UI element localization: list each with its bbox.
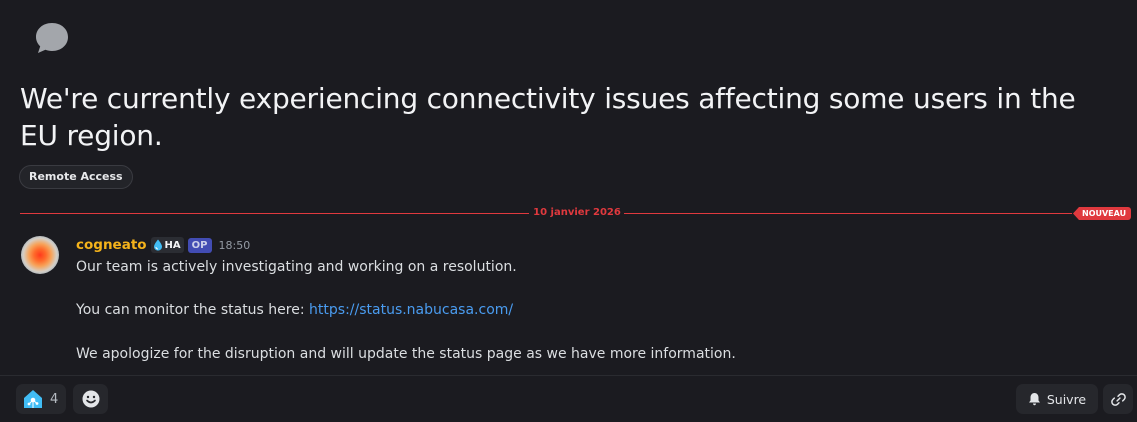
op-badge: OP xyxy=(187,237,212,253)
thread-title: We're currently experiencing connectivit… xyxy=(20,82,1076,152)
message-text-line: Our team is actively investigating and w… xyxy=(76,259,517,275)
date-divider-line-right xyxy=(624,213,1072,214)
tag-remote-access[interactable]: Remote Access xyxy=(19,165,133,189)
footer-separator xyxy=(0,375,1137,376)
date-divider-line-left xyxy=(20,213,529,214)
message-text: You can monitor the status here: xyxy=(76,302,310,318)
status-link[interactable]: https://status.nabucasa.com/ xyxy=(309,302,513,318)
date-divider-label: 10 janvier 2026 xyxy=(533,207,621,218)
role-badge[interactable]: HA xyxy=(150,237,184,253)
follow-label: Suivre xyxy=(1046,391,1087,407)
home-assistant-icon xyxy=(24,390,42,408)
message-timestamp[interactable]: 18:50 xyxy=(219,239,251,252)
copy-link-button[interactable] xyxy=(1103,384,1133,414)
message-header: cogneato HA OP 18:50 xyxy=(76,236,250,254)
droplet-icon xyxy=(153,239,162,251)
bell-icon xyxy=(1028,393,1040,406)
reaction-button[interactable]: 4 xyxy=(16,384,66,414)
message-text-line: We apologize for the disruption and will… xyxy=(76,346,736,362)
add-reaction-button[interactable] xyxy=(73,384,108,414)
smiley-icon xyxy=(82,390,99,408)
role-badge-label: HA xyxy=(164,239,181,251)
author-name[interactable]: cogneato xyxy=(76,237,147,253)
avatar[interactable] xyxy=(21,236,59,274)
message-text-line: You can monitor the status here: https:/… xyxy=(76,300,513,320)
link-icon xyxy=(1110,392,1126,406)
thread-page: We're currently experiencing connectivit… xyxy=(0,0,1137,422)
new-messages-badge: NOUVEAU xyxy=(1073,207,1132,220)
chat-bubble-icon xyxy=(36,23,68,53)
follow-button[interactable]: Suivre xyxy=(1016,384,1098,414)
reaction-count: 4 xyxy=(50,391,59,407)
